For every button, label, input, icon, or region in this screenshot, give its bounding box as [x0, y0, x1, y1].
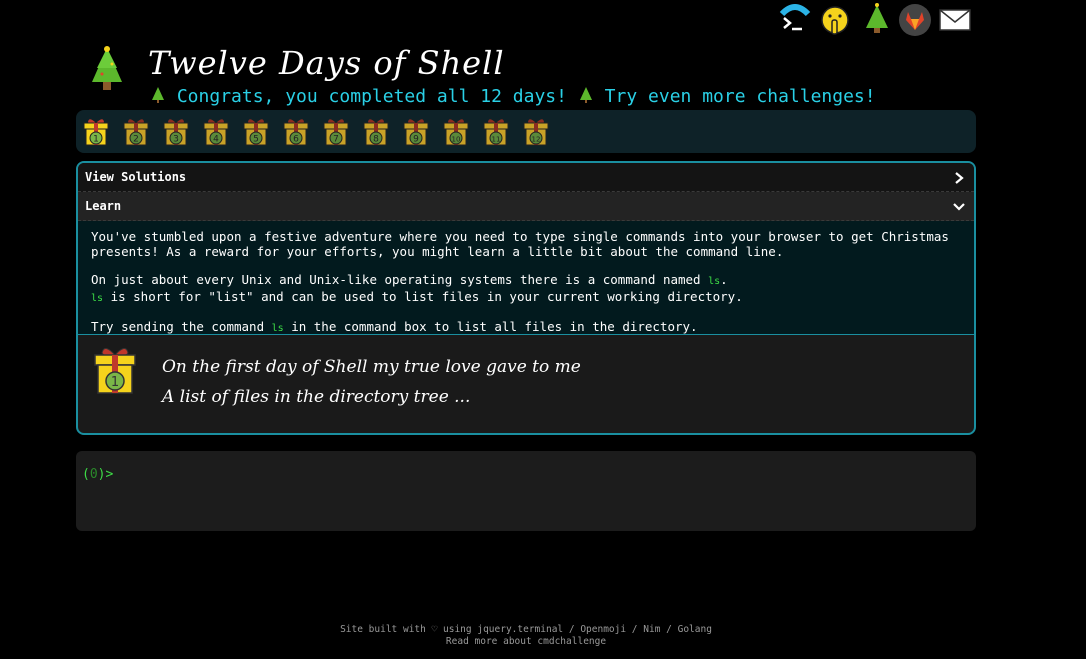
- learn-toggle[interactable]: Learn: [78, 192, 974, 221]
- footer: Site built with ♡ using jquery.terminal …: [0, 624, 1052, 648]
- learn-text: Try sending the command: [91, 319, 272, 334]
- day-11-gift-button[interactable]: 11: [482, 116, 510, 146]
- congrats-banner: Congrats, you completed all 12 days! Try…: [150, 86, 876, 107]
- ls-command: ls: [91, 293, 104, 304]
- ls-command: ls: [271, 323, 284, 334]
- learn-paragraph-2: On just about every Unix and Unix-like o…: [91, 272, 961, 306]
- gift-icon: 6: [283, 119, 309, 146]
- challenge-panel: View Solutions Learn You've stumbled upo…: [76, 161, 976, 435]
- day-number: 6: [293, 135, 299, 145]
- day-7-gift-button[interactable]: 7: [322, 116, 350, 146]
- footer-line-1: Site built with ♡ using jquery.terminal …: [0, 624, 1052, 636]
- read-more-link[interactable]: Read more about cmdchallenge: [0, 636, 1052, 648]
- prompt-close: )>: [97, 467, 114, 482]
- day-10-gift-button[interactable]: 10: [442, 116, 470, 146]
- prompt-open: (: [82, 467, 90, 482]
- day-4-gift-button[interactable]: 4: [202, 116, 230, 146]
- poem-line-1: On the first day of Shell my true love g…: [162, 357, 581, 377]
- day-1-gift-button[interactable]: 1: [82, 116, 110, 146]
- footer-sep: /: [626, 624, 644, 635]
- learn-paragraph-3: Try sending the command ls in the comman…: [91, 319, 961, 336]
- nim-link[interactable]: Nim: [643, 624, 660, 635]
- day-6-gift-button[interactable]: 6: [282, 116, 310, 146]
- day-number: 3: [173, 135, 179, 145]
- christmas-tree-icon: [150, 86, 166, 104]
- day-3-gift-button[interactable]: 3: [162, 116, 190, 146]
- golang-link[interactable]: Golang: [678, 624, 712, 635]
- view-solutions-toggle[interactable]: View Solutions: [78, 163, 974, 192]
- logo-tree-icon: [88, 46, 126, 92]
- gift-icon: 1: [83, 119, 109, 146]
- day-number: 5: [253, 135, 259, 145]
- more-challenges-link[interactable]: Try even more challenges!: [605, 86, 876, 107]
- terminal-icon[interactable]: [778, 2, 812, 38]
- day-number: 2: [133, 135, 139, 145]
- learn-text: .: [720, 272, 728, 287]
- learn-content: You've stumbled upon a festive adventure…: [78, 221, 974, 335]
- congrats-text: Congrats, you completed all 12 days!: [176, 86, 567, 107]
- gift-icon: 9: [403, 119, 429, 146]
- page-title: Twelve Days of Shell: [148, 44, 505, 82]
- gift-icon: 4: [203, 119, 229, 146]
- ls-command: ls: [708, 276, 721, 287]
- day-number: 7: [333, 135, 339, 145]
- learn-label: Learn: [85, 199, 122, 213]
- gift-icon: 5: [243, 119, 269, 146]
- footer-sep: /: [563, 624, 581, 635]
- poem-section: 1 On the first day of Shell my true love…: [78, 335, 974, 433]
- learn-paragraph-1: You've stumbled upon a festive adventure…: [91, 229, 949, 259]
- learn-text: in the command box to list all files in …: [283, 319, 698, 334]
- poem-line-2: A list of files in the directory tree ..…: [162, 387, 471, 407]
- chevron-right-icon: [952, 163, 966, 192]
- day-number: 8: [373, 135, 379, 145]
- prompt-number: 0: [89, 467, 98, 482]
- gift-icon: 8: [363, 119, 389, 146]
- gift-icon: 2: [123, 119, 149, 146]
- footer-text: Site built with ♡ using: [340, 624, 478, 635]
- jquery-terminal-link[interactable]: jquery.terminal: [477, 624, 563, 635]
- view-solutions-label: View Solutions: [85, 170, 187, 184]
- day-12-gift-button[interactable]: 12: [522, 116, 550, 146]
- shushing-face-icon[interactable]: [818, 2, 852, 38]
- envelope-icon[interactable]: [938, 2, 972, 38]
- gift-day-number: 1: [111, 375, 119, 390]
- learn-text: is short for "list" and can be used to l…: [103, 289, 743, 304]
- day-number: 10: [452, 136, 461, 144]
- openmoji-link[interactable]: Openmoji: [580, 624, 626, 635]
- command-terminal[interactable]: (0)>: [76, 451, 976, 531]
- day-number: 1: [93, 135, 99, 145]
- day-2-gift-button[interactable]: 2: [122, 116, 150, 146]
- footer-sep: /: [660, 624, 678, 635]
- day-5-gift-button[interactable]: 5: [242, 116, 270, 146]
- day-selector-bar: 1 2 3 4 5 6 7 8 9 10 11 12: [76, 110, 976, 153]
- gitlab-icon[interactable]: [898, 2, 932, 38]
- gift-icon: 10: [443, 119, 469, 146]
- day-number: 9: [413, 135, 419, 145]
- gift-icon: 12: [523, 119, 549, 146]
- day-number: 4: [213, 135, 219, 145]
- day-number: 11: [492, 136, 501, 144]
- day-9-gift-button[interactable]: 9: [402, 116, 430, 146]
- top-icon-bar: [778, 2, 978, 38]
- gift-day-1-icon: 1: [92, 343, 138, 397]
- christmas-tree-icon[interactable]: [860, 2, 894, 38]
- christmas-tree-icon: [578, 86, 594, 104]
- gift-icon: 3: [163, 119, 189, 146]
- day-8-gift-button[interactable]: 8: [362, 116, 390, 146]
- learn-text: On just about every Unix and Unix-like o…: [91, 272, 709, 287]
- gift-icon: 11: [483, 119, 509, 146]
- day-number: 12: [532, 136, 541, 144]
- gift-icon: 7: [323, 119, 349, 146]
- chevron-down-icon: [952, 192, 966, 221]
